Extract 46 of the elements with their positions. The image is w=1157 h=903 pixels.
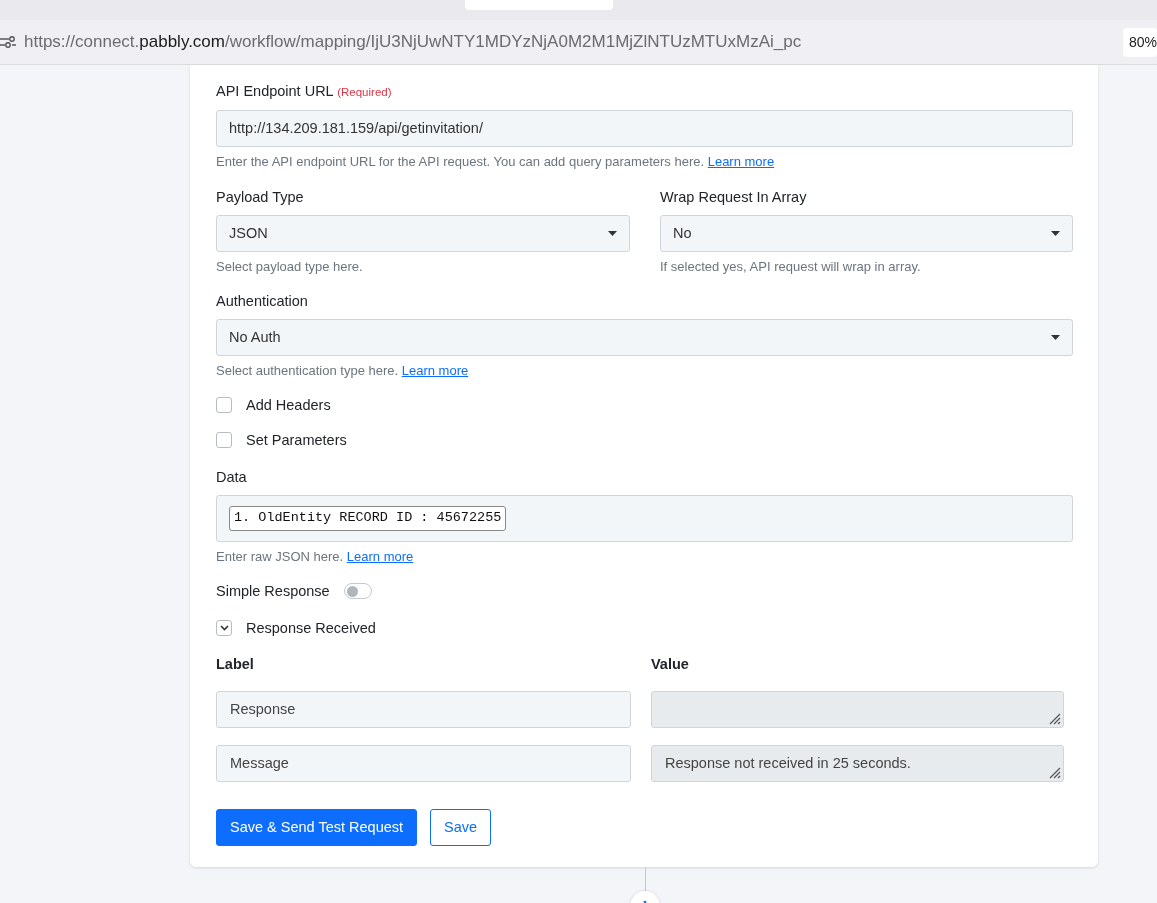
checkbox-label: Add Headers (246, 396, 331, 415)
checkbox[interactable] (216, 397, 232, 413)
section-label: Response Received (246, 619, 376, 638)
value-field[interactable] (651, 691, 1064, 728)
checkbox-label: Set Parameters (246, 431, 347, 450)
toggle-switch[interactable] (343, 583, 372, 599)
learn-more-link[interactable]: Learn more (401, 363, 469, 378)
caret-icon (1051, 231, 1060, 236)
label-field[interactable]: Message (216, 745, 631, 782)
site-settings-icon[interactable] (0, 35, 16, 49)
required-note: (Required) (337, 86, 392, 98)
resize-grip-icon[interactable] (1047, 711, 1061, 725)
help-text: Select payload type here. (216, 258, 364, 276)
field-label: Data (216, 468, 248, 487)
save-and-send-button[interactable]: Save & Send Test Request (216, 809, 418, 846)
help-text: Select authentication type here. Learn more (216, 362, 470, 380)
dropdown[interactable]: No (660, 215, 1073, 252)
zoom-level[interactable]: 80% (1122, 27, 1157, 57)
data-field[interactable]: 1. OldEntity RECORD ID : 45672255 (216, 495, 1073, 542)
help-text: Enter raw JSON here. Learn more (216, 548, 415, 566)
dropdown[interactable]: No Auth (216, 319, 1073, 356)
column-header: Value (651, 655, 690, 674)
value-field[interactable]: Response not received in 25 seconds. (651, 745, 1064, 782)
label-field[interactable]: Response (216, 691, 631, 728)
input-field[interactable]: http://134.209.181.159/api/getinvitation/ (216, 110, 1073, 147)
help-text: Enter the API endpoint URL for the API request. You can add query parameters here. Learn more (216, 153, 776, 171)
url-text[interactable]: https://connect.pabbly.com/workflow/mapping/IjU3NjUwNTY1MDYzNjA0M2M1MjZlNTUzMTUxMzAi_pc (24, 29, 802, 55)
dropdown[interactable]: JSON (216, 215, 630, 252)
toggle-label: Simple Response (216, 582, 330, 601)
learn-more-link[interactable]: Learn more (707, 154, 775, 169)
data-token[interactable]: 1. OldEntity RECORD ID : 45672255 (229, 506, 507, 531)
field-label: Wrap Request In Array (660, 188, 808, 207)
resize-grip-icon[interactable] (1047, 765, 1061, 779)
field-label: Payload Type (216, 188, 305, 207)
expand-toggle[interactable] (216, 620, 232, 636)
save-button[interactable]: Save (430, 809, 492, 846)
column-header: Label (216, 655, 255, 674)
field-label: Authentication (216, 292, 309, 311)
chevron-down-icon (219, 625, 229, 631)
learn-more-link[interactable]: Learn more (346, 549, 414, 564)
help-text: If selected yes, API request will wrap in array. (660, 258, 922, 276)
field-label: API Endpoint URL (216, 83, 334, 99)
caret-icon (1051, 335, 1060, 340)
address-bar[interactable]: https://connect.pabbly.com/workflow/mapping/IjU3NjUwNTY1MDYzNjA0M2M1MjZlNTUzMTUxMzAi_pc 80% (0, 20, 1157, 65)
caret-icon (608, 231, 617, 236)
checkbox[interactable] (216, 432, 232, 448)
